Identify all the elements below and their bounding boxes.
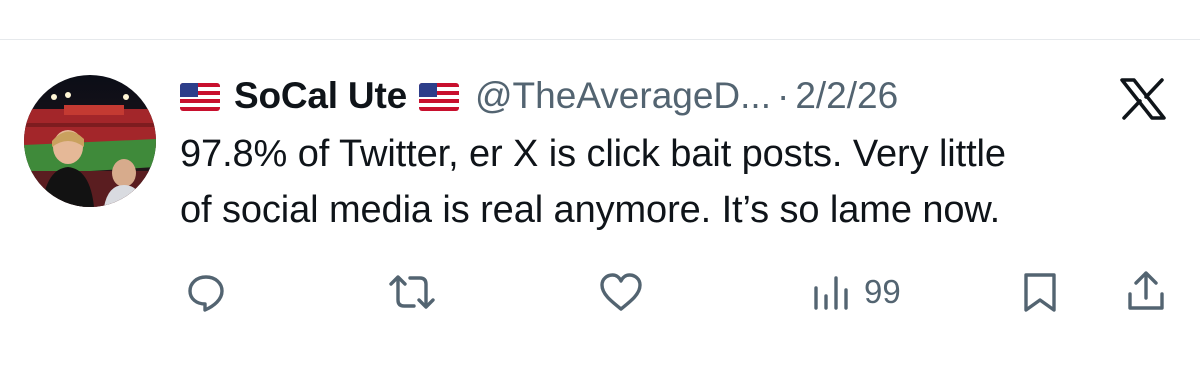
tweet-text-line: 97.8% of Twitter, er X is click bait pos… [180,133,1006,175]
retweet-button[interactable] [386,262,438,322]
user-handle[interactable]: @TheAverageD... [475,75,771,117]
retweet-icon [386,270,438,314]
avatar[interactable] [24,75,156,207]
views-icon [812,270,856,314]
share-icon [1124,270,1168,314]
tweet-text-line: of social media is real anymore. It’s so… [180,189,1001,231]
like-button[interactable] [598,262,644,322]
tweet-header: SoCal Ute @TheAverageD... · 2/2/26 [180,72,898,120]
display-name[interactable]: SoCal Ute [234,75,407,117]
views-count: 99 [864,273,901,310]
views-button[interactable]: 99 [812,262,901,322]
us-flag-icon [418,83,459,111]
share-button[interactable] [1124,262,1168,322]
x-logo-icon[interactable] [1118,78,1168,120]
reply-icon [184,270,228,314]
tweet-text: 97.8% of Twitter, er X is click bait pos… [180,126,1180,238]
tweet-date[interactable]: 2/2/26 [795,75,898,117]
action-bar: 99 [0,262,1200,322]
bookmark-button[interactable] [1020,262,1060,322]
separator-dot: · [777,75,790,116]
heart-icon [598,270,644,314]
top-divider [0,39,1200,40]
us-flag-icon [180,83,220,111]
reply-button[interactable] [184,262,228,322]
bookmark-icon [1020,270,1060,314]
